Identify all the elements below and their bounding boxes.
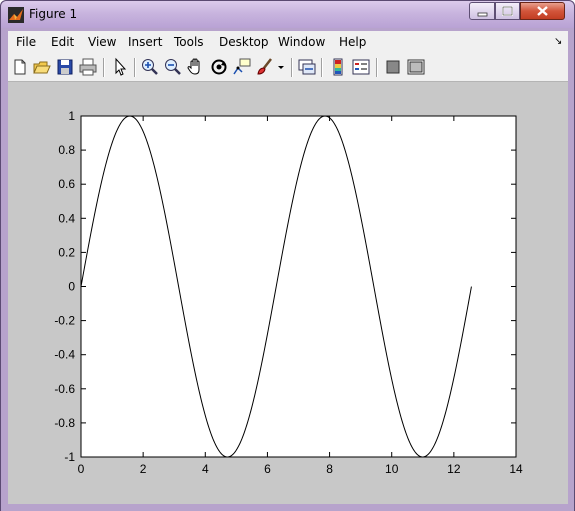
dock-arrow-icon[interactable]: ↘ <box>554 36 562 47</box>
save-icon <box>57 59 73 75</box>
y-tick-label: -1 <box>64 450 75 464</box>
toolbar-separator <box>376 58 378 77</box>
link-plot-icon <box>298 59 316 75</box>
title-bar[interactable]: Figure 1 <box>1 1 574 28</box>
toolbar-separator <box>321 58 323 77</box>
menu-view[interactable]: View <box>88 35 116 49</box>
toolbar-separator <box>134 58 136 77</box>
save-button[interactable] <box>55 57 75 77</box>
data-cursor-button[interactable] <box>232 57 252 77</box>
figure-canvas[interactable]: 0 2 4 6 8 10 12 14 -1 -0.8 -0.6 -0.4 -0.2 0 0.2 0.4 0.6 0… <box>8 82 568 505</box>
x-tick-label: 14 <box>509 462 523 476</box>
x-tick-label: 10 <box>385 462 399 476</box>
edit-plot-button[interactable] <box>110 57 130 77</box>
edit-plot-arrow-icon <box>115 57 127 76</box>
brush-button[interactable] <box>255 57 275 77</box>
x-tick-label: 6 <box>264 462 271 476</box>
minimize-icon <box>477 12 488 17</box>
print-button[interactable] <box>78 57 98 77</box>
y-tick-label: 0.6 <box>58 177 75 191</box>
axes-box <box>80 115 517 458</box>
pan-button[interactable] <box>186 57 206 77</box>
zoom-in-icon <box>142 59 158 75</box>
x-tick-label: 12 <box>447 462 461 476</box>
insert-colorbar-button[interactable] <box>328 57 348 77</box>
hide-plot-tools-icon <box>386 60 400 74</box>
close-button[interactable] <box>520 2 565 20</box>
x-tick-label: 2 <box>140 462 147 476</box>
figure-window: Figure 1 File Edit View Insert Tools Des… <box>0 0 575 511</box>
zoom-in-button[interactable] <box>140 57 160 77</box>
close-icon <box>537 6 548 16</box>
y-tick-label: 1 <box>68 109 75 123</box>
minimize-button[interactable] <box>469 2 495 20</box>
maximize-button[interactable] <box>495 2 520 20</box>
rotate-3d-button[interactable] <box>209 57 229 77</box>
maximize-icon <box>502 6 513 16</box>
chevron-down-icon <box>278 66 284 69</box>
link-plot-button[interactable] <box>297 57 317 77</box>
figure-client-area: File Edit View Insert Tools Desktop Wind… <box>8 31 568 505</box>
y-tick-label: -0.8 <box>54 416 75 430</box>
new-figure-button[interactable] <box>10 57 30 77</box>
window-bottom-border <box>1 504 574 511</box>
y-tick-label: -0.2 <box>54 314 75 328</box>
y-tick-label: 0.2 <box>58 245 75 259</box>
sine-plot-axes[interactable]: 0 2 4 6 8 10 12 14 -1 -0.8 -0.6 -0.4 -0.2 0 0.2 0.4 0.6 0… <box>8 82 568 505</box>
zoom-out-icon <box>165 59 181 75</box>
zoom-out-button[interactable] <box>163 57 183 77</box>
y-tick-label: 0.4 <box>58 211 75 225</box>
data-cursor-icon <box>233 58 251 75</box>
x-tick-label: 0 <box>78 462 85 476</box>
hide-plot-tools-button[interactable] <box>383 57 403 77</box>
insert-legend-button[interactable] <box>351 57 371 77</box>
print-icon <box>79 58 97 76</box>
figure-toolbar <box>8 53 568 82</box>
menu-tools[interactable]: Tools <box>174 35 204 49</box>
menu-file[interactable]: File <box>16 35 36 49</box>
rotate-3d-icon <box>211 59 227 75</box>
menu-help[interactable]: Help <box>339 35 366 49</box>
brush-dropdown-button[interactable] <box>276 57 286 77</box>
colorbar-icon <box>333 58 343 76</box>
menu-window[interactable]: Window <box>278 35 325 49</box>
brush-icon <box>257 58 272 75</box>
y-tick-label: 0.8 <box>58 143 75 157</box>
x-tick-label: 8 <box>326 462 333 476</box>
legend-icon <box>352 59 370 75</box>
toolbar-separator <box>291 58 293 77</box>
new-figure-icon <box>14 59 26 75</box>
menu-edit[interactable]: Edit <box>51 35 74 49</box>
menu-insert[interactable]: Insert <box>128 35 162 49</box>
open-file-button[interactable] <box>32 57 52 77</box>
show-plot-tools-icon <box>407 59 425 75</box>
menu-bar: File Edit View Insert Tools Desktop Wind… <box>8 31 568 53</box>
open-file-icon <box>33 61 51 74</box>
pan-hand-icon <box>187 58 200 75</box>
menu-desktop[interactable]: Desktop <box>219 35 269 49</box>
toolbar-separator <box>103 58 105 77</box>
y-tick-label: -0.6 <box>54 382 75 396</box>
x-tick-label: 4 <box>202 462 209 476</box>
window-title: Figure 1 <box>29 7 78 21</box>
y-tick-label: 0 <box>68 280 75 294</box>
matlab-logo-icon <box>8 7 24 23</box>
show-plot-tools-button[interactable] <box>406 57 426 77</box>
y-tick-label: -0.4 <box>54 348 75 362</box>
